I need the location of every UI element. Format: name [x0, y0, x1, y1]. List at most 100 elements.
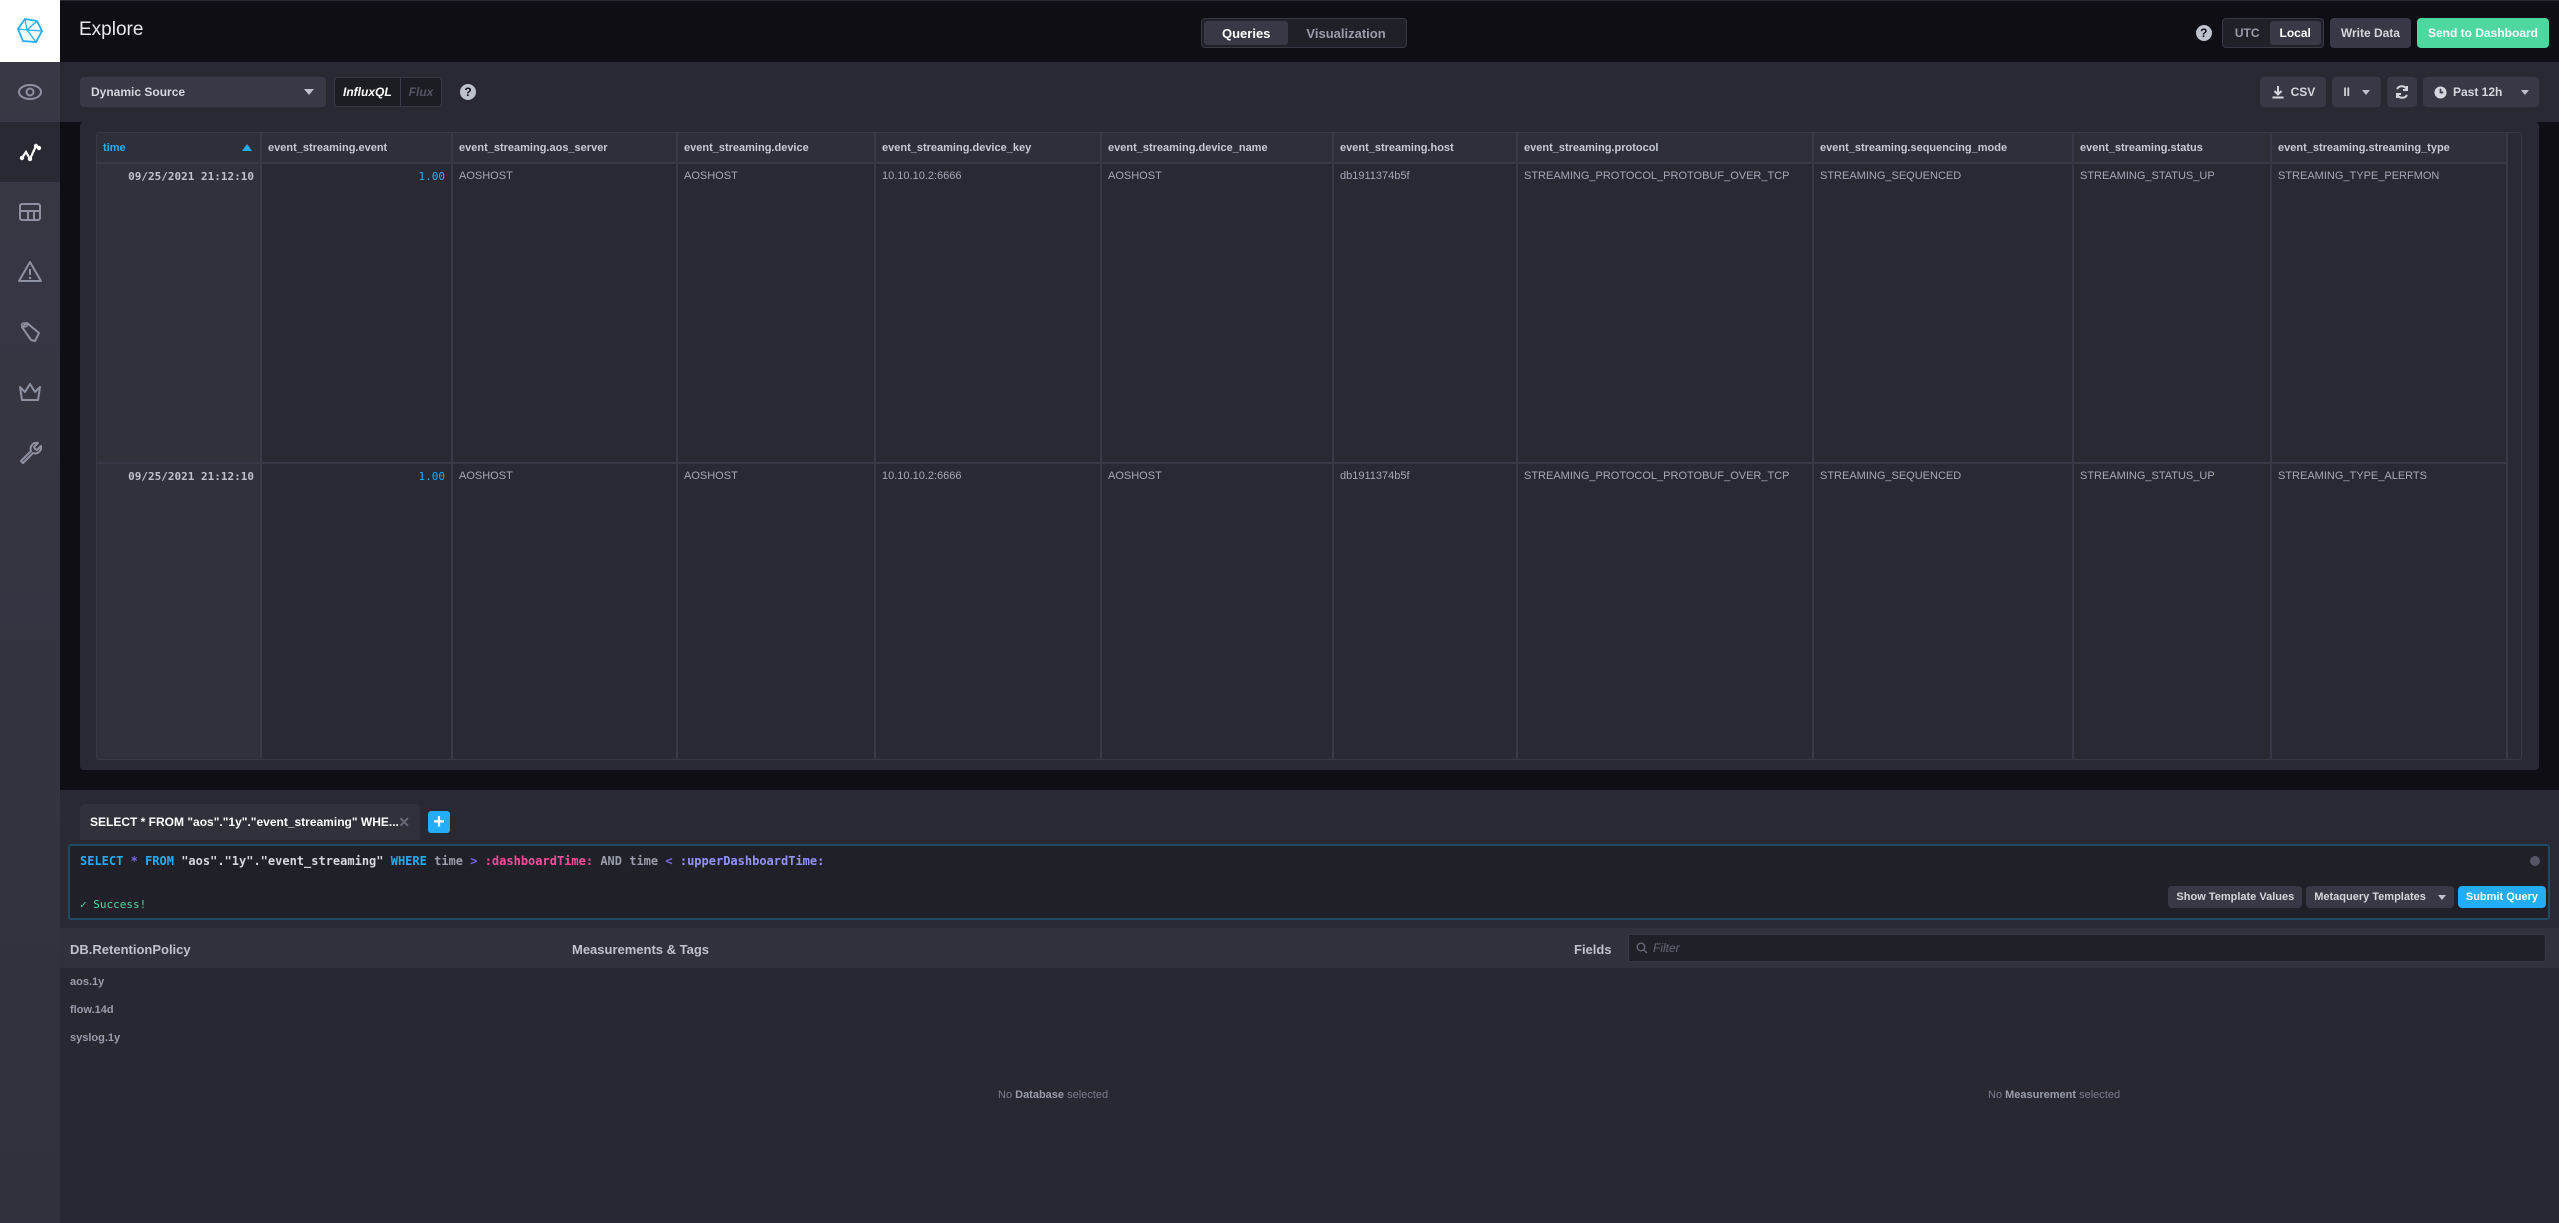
- timezone-utc[interactable]: UTC: [2225, 21, 2270, 45]
- refresh-icon: [2396, 85, 2408, 99]
- resize-handle[interactable]: [60, 790, 2559, 798]
- column-header[interactable]: event_streaming.device_key: [875, 133, 1102, 164]
- empty-text: selected: [1067, 1089, 1109, 1101]
- sidebar-item-dashboards[interactable]: [0, 182, 60, 242]
- query-editor[interactable]: SELECT * FROM "aos"."1y"."event_streamin…: [68, 844, 2550, 920]
- column-header[interactable]: event_streaming.aos_server: [452, 133, 678, 164]
- column-header[interactable]: event_streaming.device_name: [1101, 133, 1334, 164]
- clock-icon: [2434, 85, 2447, 99]
- download-icon: [2272, 86, 2284, 99]
- status-dot: [2530, 856, 2540, 866]
- template-variable: :upperDashboardTime:: [679, 854, 825, 868]
- column-header[interactable]: event_streaming.streaming_type: [2271, 133, 2508, 164]
- query-status: ✓ Success!: [80, 898, 146, 911]
- help-icon[interactable]: ?: [2195, 25, 2212, 41]
- alert-triangle-icon: [18, 261, 42, 282]
- metaquery-templates-dropdown[interactable]: Metaquery Templates: [2306, 886, 2454, 908]
- table-cell: AOSHOST: [677, 463, 876, 759]
- add-query-button[interactable]: +: [428, 811, 450, 833]
- table-row: 09/25/2021 21:12:10 1.00 AOSHOST AOSHOST…: [97, 163, 2508, 464]
- time-cell: 09/25/2021 21:12:10: [97, 463, 262, 759]
- chevron-down-icon: [304, 89, 314, 95]
- sort-ascending-icon: [242, 144, 252, 151]
- table-cell: db1911374b5f: [1333, 463, 1518, 759]
- search-icon: [1636, 942, 1648, 954]
- table-cell: STREAMING_TYPE_ALERTS: [2271, 463, 2508, 759]
- fields-filter-input[interactable]: Filter: [1628, 934, 2546, 962]
- results-table[interactable]: time event_streaming.event event_streami…: [96, 132, 2522, 760]
- time-cell: 09/25/2021 21:12:10: [97, 163, 262, 464]
- no-measurement-message: No Measurement selected: [1988, 1089, 2120, 1101]
- language-flux[interactable]: Flux: [401, 78, 442, 106]
- column-header[interactable]: event_streaming.host: [1333, 133, 1518, 164]
- editor-actions: Show Template Values Metaquery Templates…: [2168, 886, 2546, 908]
- table-cell: AOSHOST: [452, 463, 678, 759]
- table-cell: STREAMING_PROTOCOL_PROTOBUF_OVER_TCP: [1517, 163, 1814, 464]
- fields-title: Fields: [1574, 942, 1612, 957]
- csv-download-button[interactable]: CSV: [2259, 77, 2327, 107]
- close-icon[interactable]: ✕: [398, 804, 410, 840]
- chevron-down-icon: [2437, 894, 2446, 900]
- table-cell: db1911374b5f: [1333, 163, 1518, 464]
- table-cell: 10.10.10.2:6666: [875, 463, 1102, 759]
- filter-placeholder: Filter: [1653, 941, 1680, 955]
- language-influxql[interactable]: InfluxQL: [335, 78, 401, 106]
- page-title: Explore: [79, 19, 144, 40]
- tab-queries[interactable]: Queries: [1204, 21, 1289, 45]
- query-tabs: SELECT * FROM "aos"."1y"."event_streamin…: [60, 798, 2559, 840]
- sidebar-item-log-viewer[interactable]: [0, 302, 60, 362]
- time-range-dropdown[interactable]: Past 12h: [2423, 77, 2539, 107]
- table-cell: STREAMING_SEQUENCED: [1813, 163, 2074, 464]
- toolbar-actions: CSV II Past 12h: [2259, 77, 2539, 107]
- db-retention-title: DB.RetentionPolicy: [70, 942, 191, 957]
- keyword-select: SELECT: [80, 854, 124, 868]
- schema-explorer-header: DB.RetentionPolicy Measurements & Tags F…: [60, 928, 2559, 968]
- query-tab[interactable]: SELECT * FROM "aos"."1y"."event_streamin…: [80, 804, 420, 840]
- database-item[interactable]: flow.14d: [70, 1004, 114, 1016]
- results-panel: time event_streaming.event event_streami…: [80, 122, 2539, 770]
- keyword-from: FROM: [145, 854, 174, 868]
- logo-icon: [16, 18, 44, 43]
- column-header[interactable]: event_streaming.event: [261, 133, 453, 164]
- database-item[interactable]: syslog.1y: [70, 1032, 120, 1044]
- empty-text: No: [998, 1089, 1013, 1101]
- pause-icon: II: [2343, 85, 2350, 99]
- dashboard-grid-icon: [19, 203, 41, 221]
- empty-text-bold: Measurement: [2005, 1089, 2077, 1101]
- empty-text: selected: [2079, 1089, 2121, 1101]
- operator-star: *: [130, 854, 138, 868]
- tab-visualization[interactable]: Visualization: [1288, 21, 1403, 45]
- template-variable: :dashboardTime:: [484, 854, 594, 868]
- column-header[interactable]: event_streaming.status: [2073, 133, 2272, 164]
- column-header[interactable]: event_streaming.protocol: [1517, 133, 1814, 164]
- keyword-and: AND: [600, 854, 622, 868]
- sidebar-item-admin[interactable]: [0, 362, 60, 422]
- send-to-dashboard-button[interactable]: Send to Dashboard: [2416, 18, 2549, 48]
- database-item[interactable]: aos.1y: [70, 976, 104, 988]
- language-help-icon[interactable]: ?: [460, 84, 476, 100]
- table-cell: 1.00: [261, 463, 453, 759]
- write-data-button[interactable]: Write Data: [2329, 18, 2411, 48]
- sidebar-item-configuration[interactable]: [0, 422, 60, 482]
- timezone-local[interactable]: Local: [2269, 21, 2321, 45]
- autorefresh-dropdown[interactable]: II: [2332, 77, 2381, 107]
- table-cell: STREAMING_SEQUENCED: [1813, 463, 2074, 759]
- column-header[interactable]: event_streaming.sequencing_mode: [1813, 133, 2074, 164]
- query-text[interactable]: SELECT * FROM "aos"."1y"."event_streamin…: [80, 854, 824, 868]
- csv-label: CSV: [2290, 85, 2316, 99]
- table-header-row: time event_streaming.event event_streami…: [97, 133, 2508, 164]
- query-language-toggle: InfluxQL Flux: [334, 77, 443, 107]
- column-header[interactable]: event_streaming.device: [677, 133, 876, 164]
- sidebar-item-host-list[interactable]: [0, 62, 60, 122]
- refresh-button[interactable]: [2387, 77, 2417, 107]
- submit-query-button[interactable]: Submit Query: [2457, 886, 2546, 908]
- query-tab-label: SELECT * FROM "aos"."1y"."event_streamin…: [90, 815, 399, 829]
- source-dropdown[interactable]: Dynamic Source: [80, 77, 326, 107]
- sidebar-item-alerting[interactable]: [0, 242, 60, 302]
- column-header-time[interactable]: time: [97, 133, 262, 164]
- operator-lt: <: [665, 854, 673, 868]
- chronograf-logo[interactable]: [0, 0, 60, 62]
- show-template-values-button[interactable]: Show Template Values: [2168, 886, 2303, 908]
- crown-icon: [19, 383, 41, 401]
- sidebar-item-explore[interactable]: [0, 122, 60, 182]
